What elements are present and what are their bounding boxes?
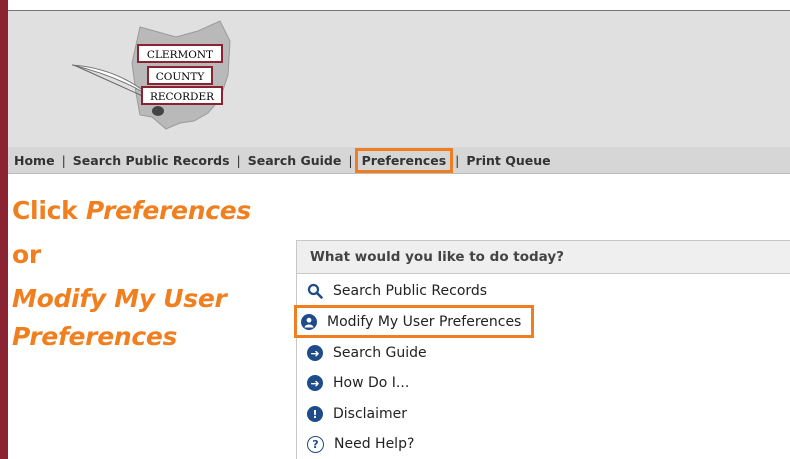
main-nav: Home | Search Public Records | Search Gu… [8,147,790,174]
menu-item-how-do-i[interactable]: ➜ How Do I... [307,370,409,396]
logo-line-3: RECORDER [150,91,215,103]
menu-item-label: Need Help? [334,436,415,452]
nav-separator: | [455,152,460,168]
nav-separator: | [61,152,66,168]
nav-home[interactable]: Home [14,153,55,168]
instruction-preferences-2: Preferences [12,322,178,351]
actions-panel: What would you like to do today? Search … [293,240,790,459]
instruction-line-1: Click Preferences [12,196,251,225]
nav-search-guide[interactable]: Search Guide [248,153,342,168]
arrow-right-icon: ➜ [307,375,323,391]
menu-item-label: Search Guide [333,345,427,361]
menu-item-label: Disclaimer [333,406,408,422]
menu-item-search-guide[interactable]: ➜ Search Guide [307,340,427,366]
user-icon [301,313,317,330]
menu-item-modify-preferences[interactable]: Modify My User Preferences [293,305,535,338]
instruction-line-3: Modify My User [12,284,227,313]
nav-print-queue[interactable]: Print Queue [466,153,550,168]
arrow-right-icon: ➜ [307,345,323,361]
instruction-preferences: Preferences [85,196,251,225]
menu-item-label: How Do I... [333,375,410,391]
instruction-modify: Modify My User [12,284,227,313]
nav-search-public-records[interactable]: Search Public Records [73,153,230,168]
instruction-or: or [12,240,41,269]
nav-preferences[interactable]: Preferences [354,147,454,173]
top-strip [8,0,790,11]
left-accent-bar [0,0,8,459]
menu-item-disclaimer[interactable]: ! Disclaimer [307,401,407,427]
search-icon [307,283,323,299]
question-icon: ? [307,435,324,453]
site-header: CLERMONT COUNTY RECORDER [8,11,790,147]
logo-line-2: COUNTY [156,71,206,83]
instruction-click: Click [12,196,86,225]
logo-line-1: CLERMONT [147,49,213,61]
menu-item-label: Modify My User Preferences [327,313,522,330]
menu-item-search-public-records[interactable]: Search Public Records [307,278,487,304]
panel-title: What would you like to do today? [297,240,790,274]
menu-item-need-help[interactable]: ? Need Help? [307,431,414,457]
menu-item-label: Search Public Records [333,283,488,299]
clermont-county-recorder-logo[interactable]: CLERMONT COUNTY RECORDER [70,13,290,143]
nav-separator: | [348,152,353,168]
exclamation-icon: ! [307,406,323,422]
nav-separator: | [236,152,241,168]
instruction-line-4: Preferences [12,322,177,351]
